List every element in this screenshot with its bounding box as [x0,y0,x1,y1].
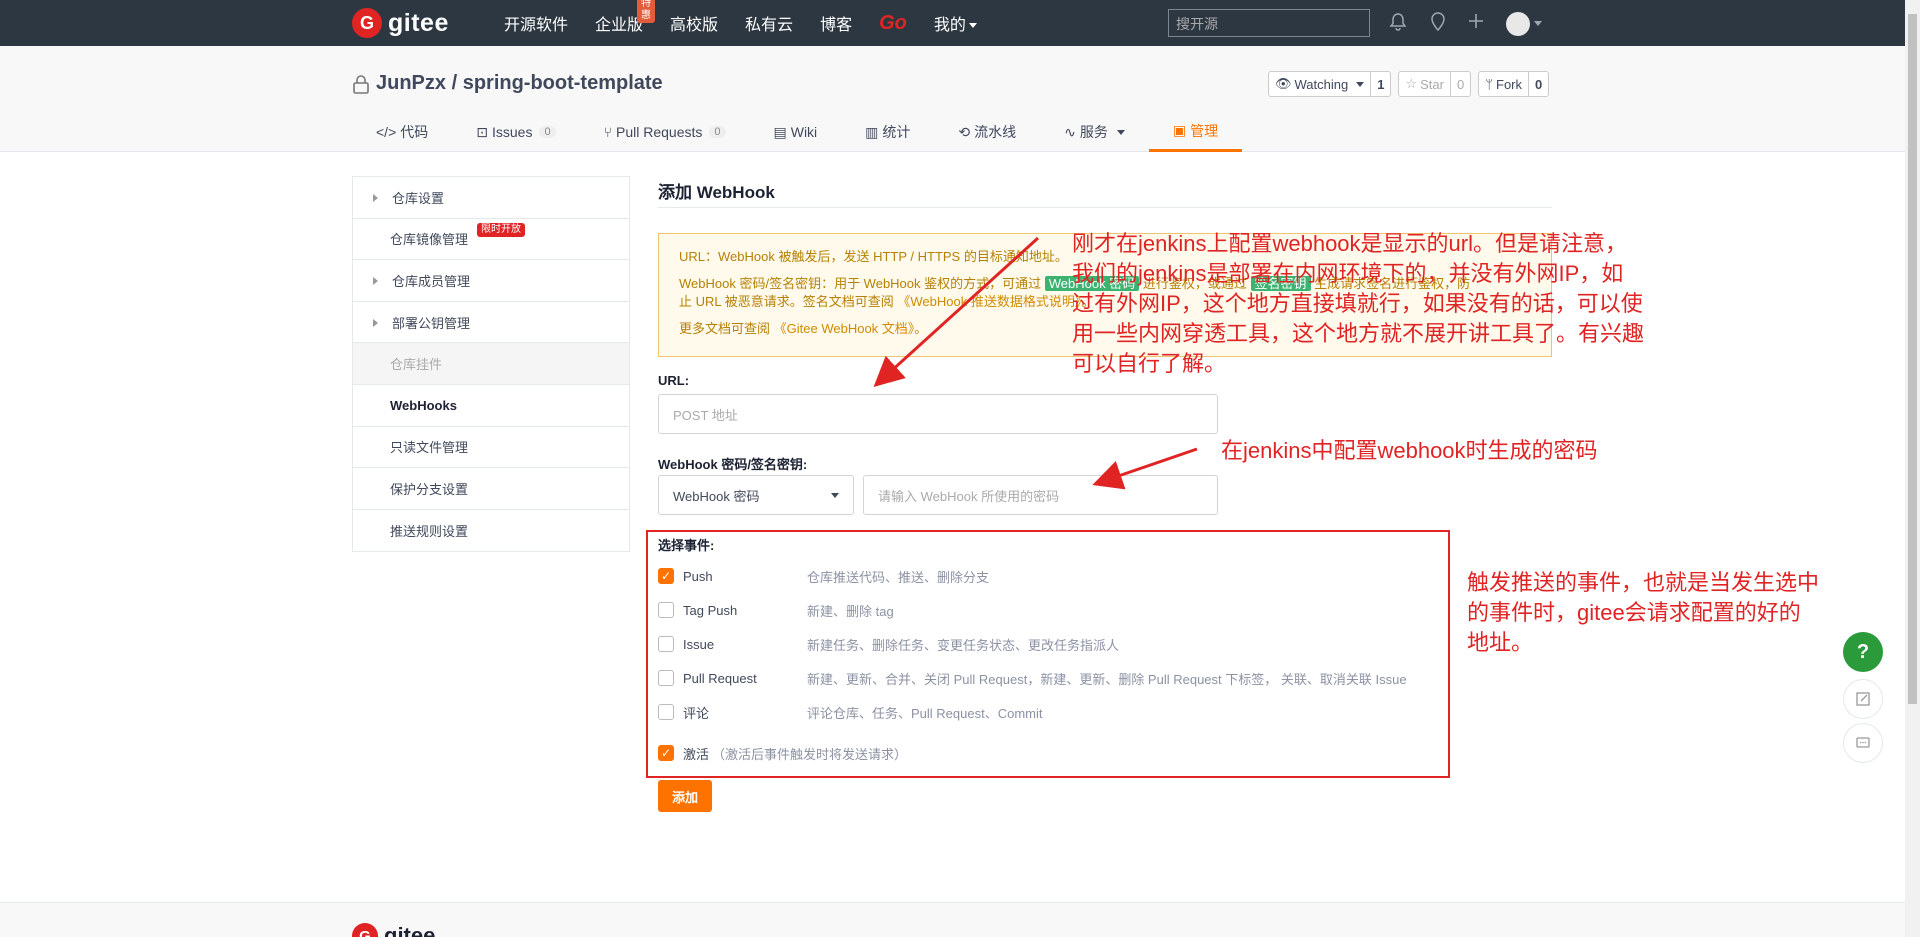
annotation-line: 的事件时，gitee会请求配置的好的 [1467,600,1801,625]
help-button[interactable]: ? [1843,632,1883,672]
annotation-arrow-secret [1092,447,1198,490]
annotation-line: 过有外网IP，这个地方直接填就行，如果没有的话，可以使 [1072,291,1643,316]
annotation-arrow-url [873,236,1040,388]
annotation-line: 可以自行了解。 [1072,351,1227,376]
scrollbar-thumb[interactable] [1908,14,1917,704]
footer-logo-text: gitee [384,923,436,937]
annotation-line: 触发推送的事件，也就是当发生选中 [1467,570,1820,595]
gitee-logo-icon: G [352,923,378,937]
annotation-line: 用一些内网穿透工具，这个地方就不展开讲工具了。有兴趣 [1072,321,1645,346]
annotation-line: 刚才在jenkins上配置webhook是显示的url。但是请注意， [1072,231,1627,256]
annotation-arrows [873,236,1198,490]
annotation-line: 地址。 [1467,630,1534,655]
annotation-note-secret: 在jenkins中配置webhook时生成的密码 [1221,438,1598,463]
page-scrollbar[interactable] [1905,0,1920,937]
annotation-note-events: 触发推送的事件，也就是当发生选中 的事件时，gitee会请求配置的好的 地址。 [1467,568,1819,658]
edit-feedback-icon[interactable] [1843,679,1883,719]
footer-logo: G gitee [352,923,435,937]
annotation-line: 我们的jenkins是部署在内网环境下的，并没有外网IP，如 [1072,261,1624,286]
chat-icon[interactable] [1843,723,1883,763]
footer: G gitee [0,902,1905,937]
annotation-note-url: 刚才在jenkins上配置webhook是显示的url。但是请注意， 我们的je… [1072,229,1644,379]
